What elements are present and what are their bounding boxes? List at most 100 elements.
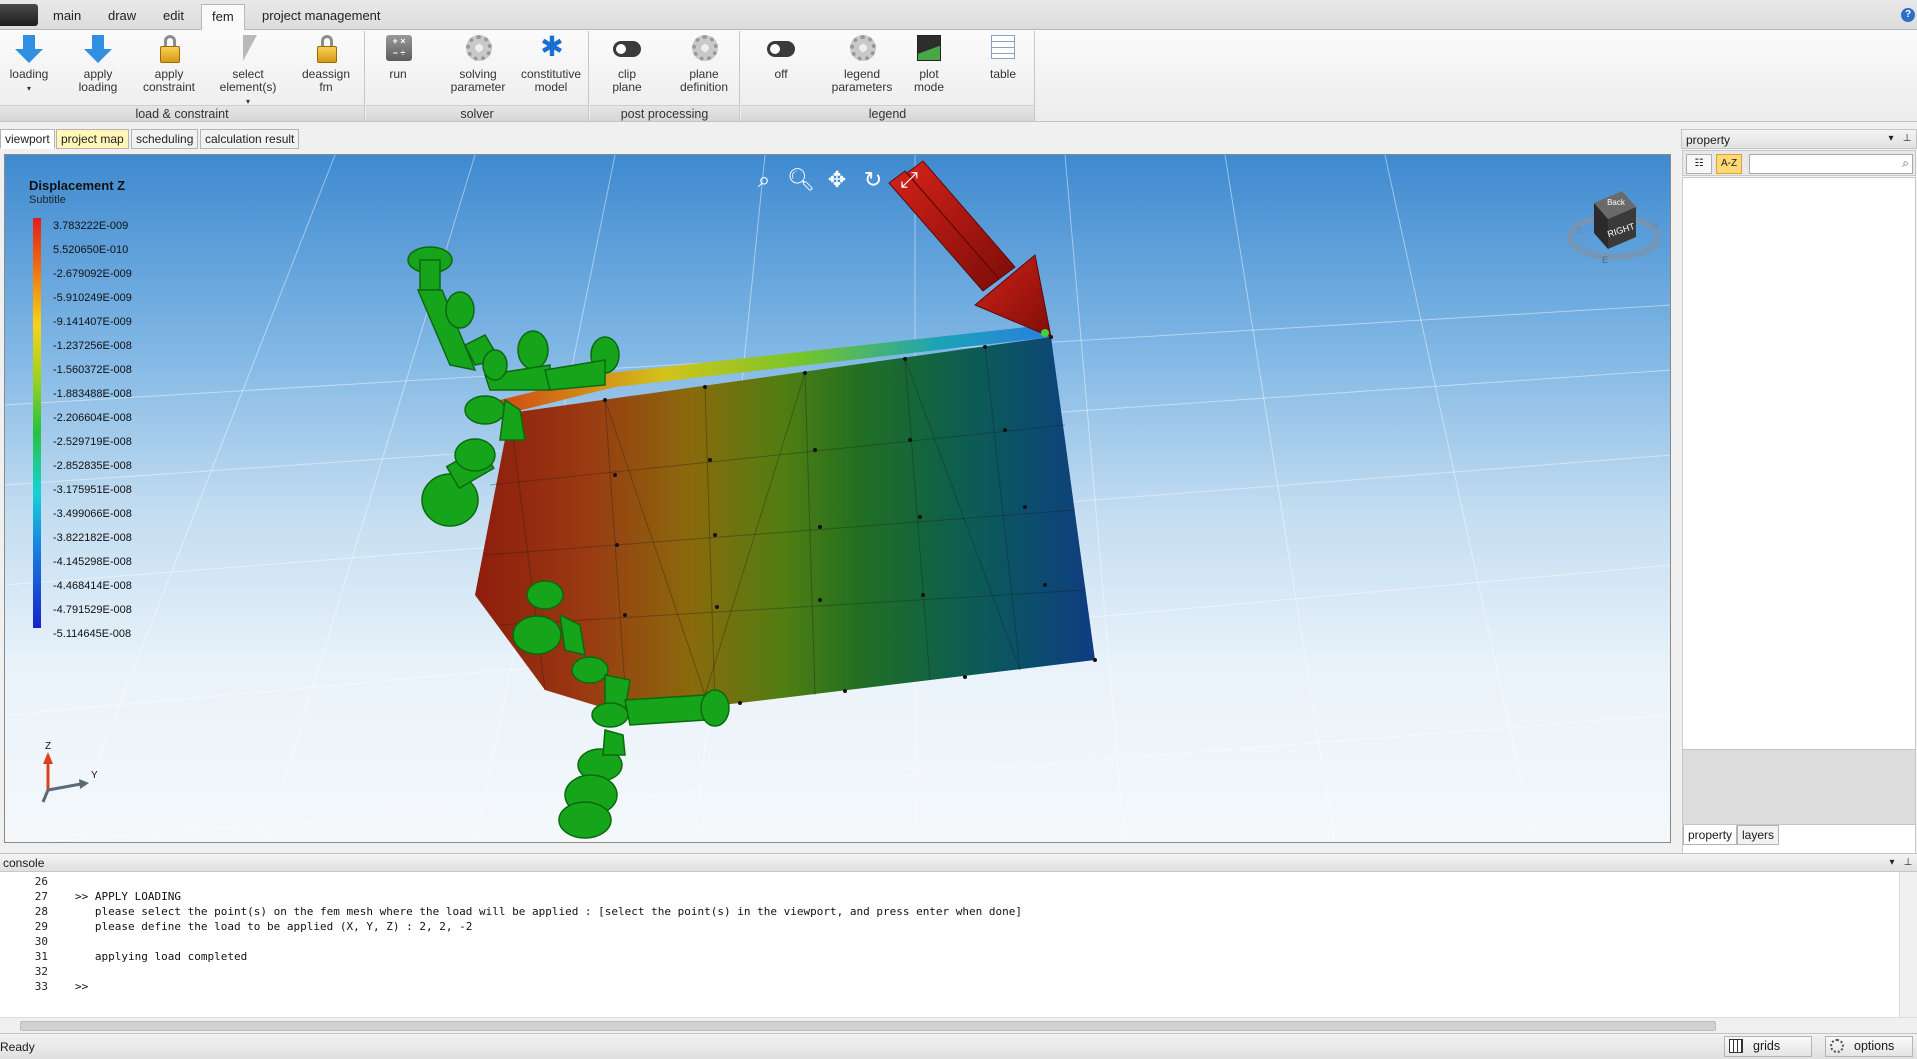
color-legend: Displacement Z Subtitle bbox=[29, 178, 125, 206]
tab-scheduling[interactable]: scheduling bbox=[131, 129, 199, 149]
legend-value: -3.822182E-008 bbox=[53, 532, 132, 544]
apply-loading-label: apply loading bbox=[78, 67, 118, 94]
fem-scene[interactable] bbox=[5, 155, 1671, 843]
tab-calculation-result[interactable]: calculation result bbox=[200, 129, 300, 149]
group-label: solver bbox=[366, 105, 588, 121]
table-icon bbox=[988, 33, 1018, 65]
console-line: 30 bbox=[0, 934, 1890, 949]
panel-menu-icon[interactable]: ▾ bbox=[1884, 132, 1898, 146]
application-menu-button[interactable] bbox=[0, 4, 38, 26]
panel-menu-icon[interactable]: ▾ bbox=[1885, 856, 1899, 870]
constitutive-model-button[interactable]: ✱ constitutive model bbox=[516, 33, 586, 103]
plot-mode-button[interactable]: plot mode bbox=[907, 33, 951, 103]
group-legend: off legend parameters plot mode table le… bbox=[741, 31, 1035, 121]
tab-viewport[interactable]: viewport bbox=[0, 129, 55, 149]
console-line-number: 30 bbox=[34, 935, 48, 948]
legend-value: -2.679092E-009 bbox=[53, 268, 132, 280]
loading-button[interactable]: loading ▾ bbox=[4, 33, 54, 103]
tab-property[interactable]: property bbox=[1683, 825, 1738, 845]
axis-y-label: Y bbox=[91, 770, 98, 781]
clip-plane-button[interactable]: clip plane bbox=[602, 33, 652, 103]
fit-extents-icon[interactable]: ⤢ bbox=[895, 167, 923, 193]
tab-fem[interactable]: fem bbox=[201, 4, 245, 31]
dropdown-caret-icon: ▾ bbox=[26, 84, 31, 93]
group-solver: + × − ÷ run solving parameter ✱ constitut… bbox=[366, 31, 589, 121]
legend-parameters-label: legend parameters bbox=[831, 67, 893, 94]
view-cube-top-label[interactable]: Back bbox=[1607, 198, 1626, 207]
legend-value: -9.141407E-009 bbox=[53, 316, 132, 328]
options-label: options bbox=[1854, 1039, 1895, 1053]
toggle-icon bbox=[612, 33, 642, 65]
categorized-view-icon[interactable]: ☷ bbox=[1686, 154, 1712, 174]
plane-definition-label: plane definition bbox=[679, 67, 729, 94]
console-line-number: 33 bbox=[34, 980, 48, 993]
grids-button[interactable]: grids bbox=[1724, 1036, 1812, 1057]
scrollbar-thumb[interactable] bbox=[20, 1021, 1716, 1031]
app-window: main draw edit fem project management ? … bbox=[0, 0, 1917, 1059]
console-line-number: 31 bbox=[34, 950, 48, 963]
table-label: table bbox=[989, 67, 1017, 81]
legend-value: -5.114645E-008 bbox=[53, 628, 132, 640]
console-line: 26 bbox=[0, 874, 1890, 889]
plane-definition-button[interactable]: plane definition bbox=[674, 33, 734, 103]
tab-edit[interactable]: edit bbox=[153, 6, 194, 30]
pin-icon[interactable]: ⊥ bbox=[1901, 856, 1915, 870]
status-bar: Ready grids options bbox=[0, 1033, 1917, 1059]
property-search-input[interactable]: ⌕ bbox=[1749, 154, 1913, 174]
console-line: 29 please define the load to be applied … bbox=[0, 919, 1890, 934]
legend-value: 3.783222E-009 bbox=[53, 220, 129, 232]
gear-icon bbox=[689, 33, 719, 65]
sort-az-button[interactable]: A-Z bbox=[1716, 154, 1742, 174]
table-button[interactable]: table bbox=[981, 33, 1025, 103]
legend-parameters-button[interactable]: legend parameters bbox=[827, 33, 897, 103]
legend-value: -2.206604E-008 bbox=[53, 412, 132, 424]
console-header: console ▾ ⊥ bbox=[0, 854, 1917, 872]
help-icon[interactable]: ? bbox=[1901, 8, 1915, 22]
rotate-icon[interactable]: ↻ bbox=[859, 167, 887, 193]
deassign-fm-button[interactable]: deassign fm bbox=[296, 33, 356, 103]
tab-main[interactable]: main bbox=[43, 6, 91, 30]
compass-s-label[interactable]: S bbox=[1576, 226, 1581, 235]
solving-parameter-button[interactable]: solving parameter bbox=[446, 33, 510, 103]
pan-icon[interactable]: ✥ bbox=[823, 167, 851, 193]
compass-n-label[interactable]: N bbox=[1652, 222, 1658, 231]
console-line: 28 please select the point(s) on the fem… bbox=[0, 904, 1890, 919]
apply-constraint-button[interactable]: apply constraint bbox=[138, 33, 200, 103]
tab-layers[interactable]: layers bbox=[1737, 825, 1780, 845]
tab-project-management[interactable]: project management bbox=[252, 6, 391, 30]
ribbon-tab-bar: main draw edit fem project management ? bbox=[0, 0, 1917, 31]
console-vertical-scrollbar[interactable] bbox=[1899, 872, 1917, 1017]
tab-project-map[interactable]: project map bbox=[56, 129, 129, 149]
ribbon-panel: loading ▾ apply loading apply constraint… bbox=[0, 30, 1917, 122]
select-elements-button[interactable]: select element(s) ▾ bbox=[212, 33, 284, 106]
gear-icon bbox=[847, 33, 877, 65]
apply-loading-button[interactable]: apply loading bbox=[70, 33, 126, 103]
legend-value: 5.520650E-010 bbox=[53, 244, 129, 256]
tab-draw[interactable]: draw bbox=[98, 6, 146, 30]
console-line: 32 bbox=[0, 964, 1890, 979]
console-panel: console ▾ ⊥ 26 27 >> APPLY LOADING 28 pleas… bbox=[0, 853, 1917, 1033]
console-output[interactable]: 26 27 >> APPLY LOADING 28 please select the… bbox=[0, 872, 1897, 1017]
console-horizontal-scrollbar[interactable] bbox=[0, 1017, 1917, 1033]
off-label: off bbox=[774, 67, 788, 81]
console-line-text: please define the load to be applied (X,… bbox=[75, 920, 473, 933]
options-button[interactable]: options bbox=[1825, 1036, 1913, 1057]
property-description-area bbox=[1682, 749, 1916, 825]
plot-icon bbox=[914, 33, 944, 65]
3d-viewport[interactable]: ⌕ 🔍︎ ✥ ↻ ⤢ Displacement Z Subtitle 3.783… bbox=[4, 154, 1671, 843]
legend-color-bar bbox=[33, 218, 41, 628]
view-cube[interactable]: RIGHT Back S N E bbox=[1564, 177, 1664, 277]
console-title: console bbox=[3, 856, 45, 870]
cursor-icon bbox=[233, 33, 263, 65]
legend-off-button[interactable]: off bbox=[761, 33, 801, 103]
zoom-icon[interactable]: 🔍︎ bbox=[787, 167, 815, 193]
legend-value: -2.529719E-008 bbox=[53, 436, 132, 448]
deassign-fm-label: deassign fm bbox=[301, 67, 351, 94]
pin-icon[interactable]: ⊥ bbox=[1900, 132, 1914, 146]
compass-e-label[interactable]: E bbox=[1602, 255, 1608, 265]
console-line-text: >> APPLY LOADING bbox=[75, 890, 181, 903]
run-button[interactable]: + × − ÷ run bbox=[378, 33, 418, 103]
solving-parameter-label: solving parameter bbox=[450, 67, 506, 94]
zoom-window-icon[interactable]: ⌕ bbox=[750, 167, 778, 193]
lock-icon bbox=[154, 33, 184, 65]
